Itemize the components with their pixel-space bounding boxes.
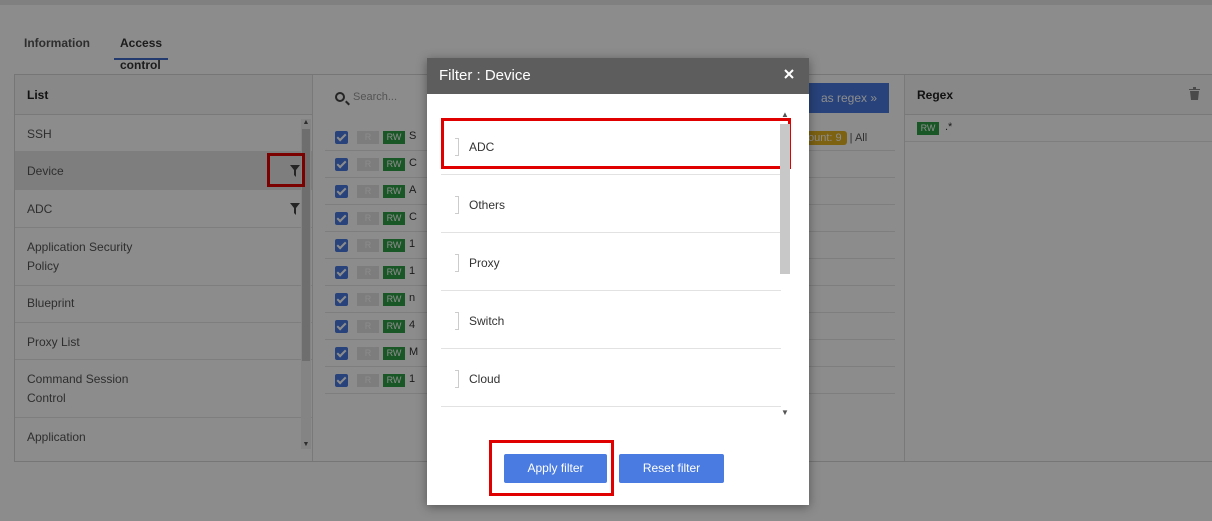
filter-option-others[interactable]: Others [441, 176, 781, 233]
filter-option-proxy[interactable]: Proxy [441, 234, 781, 291]
filter-list-scrollbar[interactable]: ▲ ▼ [779, 110, 791, 418]
option-checkbox[interactable] [455, 312, 459, 330]
reset-filter-button[interactable]: Reset filter [619, 454, 724, 483]
option-label: Proxy [469, 256, 500, 270]
highlight-box-apply-button [489, 440, 614, 496]
option-checkbox[interactable] [455, 370, 459, 388]
scroll-thumb[interactable] [780, 124, 790, 274]
filter-option-list: ADC Others Proxy Switch Cloud [441, 108, 793, 420]
option-checkbox[interactable] [455, 196, 459, 214]
highlight-box-adc-option [441, 118, 791, 169]
filter-option-cloud[interactable]: Cloud [441, 350, 781, 407]
filter-option-switch[interactable]: Switch [441, 292, 781, 349]
scroll-up-arrow-icon[interactable]: ▲ [780, 110, 790, 120]
option-label: Cloud [469, 372, 501, 386]
option-label: Others [469, 198, 506, 212]
filter-dialog: Filter : Device ADC Others Proxy Switch … [427, 58, 809, 505]
filter-dialog-title: Filter : Device [427, 58, 809, 94]
option-checkbox[interactable] [455, 254, 459, 272]
option-label: Switch [469, 314, 505, 328]
scroll-down-arrow-icon[interactable]: ▼ [780, 408, 790, 418]
close-icon[interactable] [783, 68, 795, 80]
